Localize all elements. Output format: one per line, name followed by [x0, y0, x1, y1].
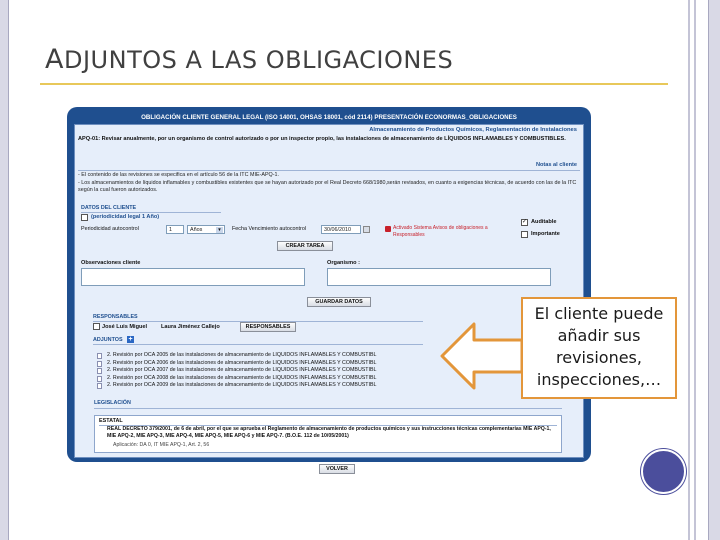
- attachment-item-label: 2. Revisión por OCA 2008 de las instalac…: [107, 374, 377, 381]
- attachment-item-label: 2. Revisión por OCA 2009 de las instalac…: [107, 382, 377, 389]
- chevron-down-icon: ▼: [216, 227, 223, 233]
- document-icon: [97, 375, 102, 382]
- attachment-item[interactable]: 2. Revisión por OCA 2005 de las instalac…: [97, 352, 497, 360]
- organism-input[interactable]: [327, 268, 551, 286]
- periodicity-input[interactable]: 1: [166, 225, 184, 234]
- slide-title-initial: A: [45, 44, 64, 75]
- legislation-text: REAL DECRETO 379/2001, de 6 de abril, po…: [107, 426, 551, 439]
- alert-icon: [385, 226, 391, 232]
- divider: [81, 212, 221, 213]
- alert-text: Activado Sistema Avisos de obligaciones …: [393, 225, 488, 238]
- slide-border-line: [688, 0, 690, 540]
- add-attachment-icon[interactable]: +: [127, 336, 134, 343]
- callout-arrow-icon: [440, 322, 524, 390]
- obligation-panel: Almacenamiento de Productos Químicos, Re…: [74, 124, 584, 474]
- note-line: - El contenido de las revisiones se espe…: [78, 172, 280, 178]
- responsibles-label: RESPONSABLES: [93, 314, 138, 320]
- note-line: - Los almacenamientos de líquidos inflam…: [78, 179, 577, 194]
- attachment-item[interactable]: 2. Revisión por OCA 2009 de las instalac…: [97, 382, 497, 390]
- decorative-circle: [641, 449, 686, 494]
- observations-label: Observaciones cliente: [81, 260, 141, 266]
- document-icon: [97, 383, 102, 390]
- due-date-input[interactable]: 30/06/2010: [321, 225, 361, 234]
- callout-box: El cliente puede añadir sus revisiones, …: [521, 297, 677, 399]
- periodicity-unit-value: Años: [190, 227, 203, 233]
- slide-title-rest: DJUNTOS A LAS OBLIGACIONES: [63, 46, 454, 74]
- auditable-label: Auditable: [531, 219, 557, 225]
- topic-title: Almacenamiento de Productos Químicos, Re…: [369, 127, 577, 133]
- attachment-item-label: 2. Revisión por OCA 2005 de las instalac…: [107, 352, 377, 358]
- legislation-box: ESTATAL REAL DECRETO 379/2001, de 6 de a…: [94, 415, 562, 453]
- attachment-item[interactable]: 2. Revisión por OCA 2006 de las instalac…: [97, 360, 497, 368]
- client-data-label: DATOS DEL CLIENTE: [81, 205, 137, 211]
- slide-title: ADJUNTOS A LAS OBLIGACIONES: [45, 44, 453, 75]
- periodicity-legal-label: (periodicidad legal 1 Año): [91, 214, 160, 220]
- app-header: OBLIGACIÓN CLIENTE GENERAL LEGAL (ISO 14…: [141, 114, 517, 121]
- attachment-item-label: 2. Revisión por OCA 2006 de las instalac…: [107, 359, 377, 366]
- divider: [78, 170, 580, 171]
- slide-border-right: [708, 0, 720, 540]
- responsible-person: José Luis Miguel: [102, 324, 148, 330]
- topic-title-line: Almacenamiento de Productos Químicos, Re…: [369, 127, 577, 133]
- calendar-icon[interactable]: [363, 226, 370, 233]
- responsible-checkbox[interactable]: [93, 323, 100, 330]
- attachments-label: ADJUNTOS: [93, 337, 123, 343]
- organism-label: Organismo :: [327, 260, 360, 266]
- requirement-text: APQ-01: Revisar anualmente, por un organ…: [78, 136, 566, 142]
- document-icon: [97, 360, 102, 367]
- attachment-item[interactable]: 2. Revisión por OCA 2007 de las instalac…: [97, 367, 497, 375]
- app-window: OBLIGACIÓN CLIENTE GENERAL LEGAL (ISO 14…: [67, 107, 591, 474]
- attachment-item[interactable]: 2. Revisión por OCA 2008 de las instalac…: [97, 375, 497, 383]
- divider: [93, 344, 423, 345]
- legislation-label: LEGISLACIÓN: [94, 400, 131, 406]
- notes-text: - El contenido de las revisiones se espe…: [78, 172, 578, 195]
- responsibles-button[interactable]: RESPONSABLES: [240, 322, 296, 332]
- slide-border-line: [694, 0, 696, 540]
- important-label: Importante: [531, 231, 560, 237]
- notes-label: Notas al cliente: [535, 162, 577, 168]
- responsible-person: Laura Jiménez Callejo: [161, 324, 220, 330]
- attachment-list: 2. Revisión por OCA 2005 de las instalac…: [97, 352, 497, 390]
- important-checkbox[interactable]: [521, 231, 528, 238]
- divider: [94, 408, 562, 409]
- auditable-checkbox[interactable]: ✓: [521, 219, 528, 226]
- due-date-label: Fecha Vencimiento autocontrol: [232, 226, 307, 232]
- attachment-item-label: 2. Revisión por OCA 2007 de las instalac…: [107, 367, 377, 374]
- slide-border-left: [0, 0, 9, 540]
- legislation-application: Aplicación: DA 0, IT MIE APQ-1, Art. 2, …: [113, 442, 210, 448]
- periodicity-label: Periodicidad autocontrol: [81, 226, 139, 232]
- observations-input[interactable]: [81, 268, 305, 286]
- save-data-button[interactable]: GUARDAR DATOS: [307, 297, 371, 307]
- title-rule: [40, 83, 668, 85]
- document-icon: [97, 368, 102, 375]
- document-icon: [97, 353, 102, 359]
- periodicity-checkbox[interactable]: [81, 214, 88, 221]
- create-task-button[interactable]: CREAR TAREA: [277, 241, 333, 251]
- back-button[interactable]: VOLVER: [319, 464, 355, 474]
- legislation-scope: ESTATAL: [99, 418, 123, 424]
- periodicity-unit-select[interactable]: Años ▼: [187, 225, 225, 234]
